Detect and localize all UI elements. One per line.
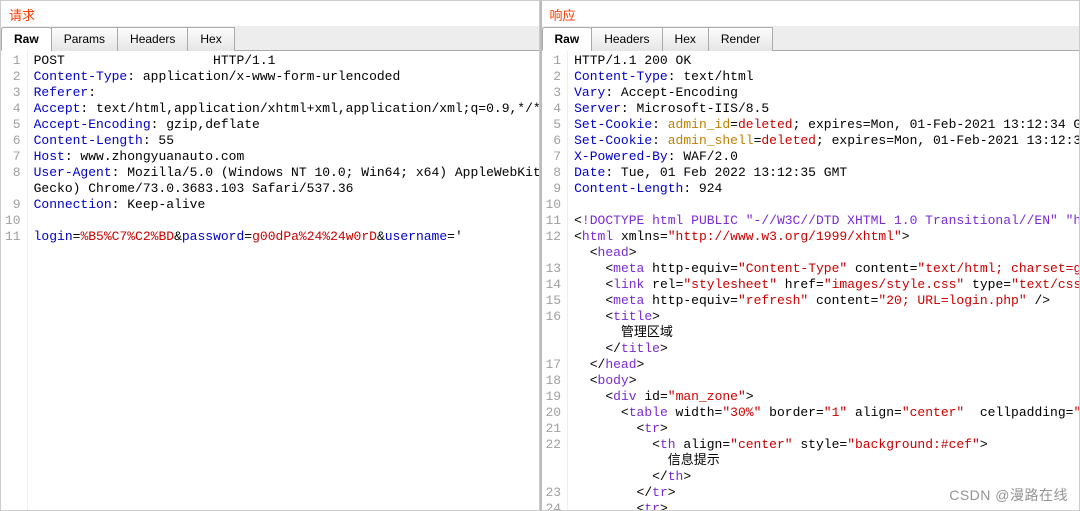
- request-tabs: RawParamsHeadersHex: [1, 26, 539, 51]
- response-gutter: 1 2 3 4 5 6 7 8 9 10 11 12 13 14 15 16 1…: [542, 51, 569, 510]
- request-pane: 请求 RawParamsHeadersHex 1 2 3 4 5 6 7 8 9…: [0, 0, 540, 511]
- tab-raw[interactable]: Raw: [1, 27, 52, 51]
- split-view: 请求 RawParamsHeadersHex 1 2 3 4 5 6 7 8 9…: [0, 0, 1080, 511]
- response-pane: 响应 RawHeadersHexRender 1 2 3 4 5 6 7 8 9…: [540, 0, 1080, 511]
- request-title: 请求: [1, 1, 539, 26]
- tab-params[interactable]: Params: [51, 27, 118, 51]
- tab-headers[interactable]: Headers: [117, 27, 188, 51]
- response-title: 响应: [542, 1, 1080, 26]
- request-gutter: 1 2 3 4 5 6 7 8 9 10 11: [1, 51, 28, 510]
- response-tabs: RawHeadersHexRender: [542, 26, 1080, 51]
- tab-hex[interactable]: Hex: [662, 27, 709, 51]
- request-code-area[interactable]: 1 2 3 4 5 6 7 8 9 10 11 POST HTTP/1.1 Co…: [1, 51, 539, 510]
- response-code-area[interactable]: 1 2 3 4 5 6 7 8 9 10 11 12 13 14 15 16 1…: [542, 51, 1080, 510]
- response-code[interactable]: HTTP/1.1 200 OK Content-Type: text/html …: [568, 51, 1079, 510]
- tab-headers[interactable]: Headers: [591, 27, 662, 51]
- tab-hex[interactable]: Hex: [187, 27, 234, 51]
- tab-raw[interactable]: Raw: [542, 27, 593, 51]
- request-code[interactable]: POST HTTP/1.1 Content-Type: application/…: [28, 51, 539, 510]
- tab-render[interactable]: Render: [708, 27, 773, 51]
